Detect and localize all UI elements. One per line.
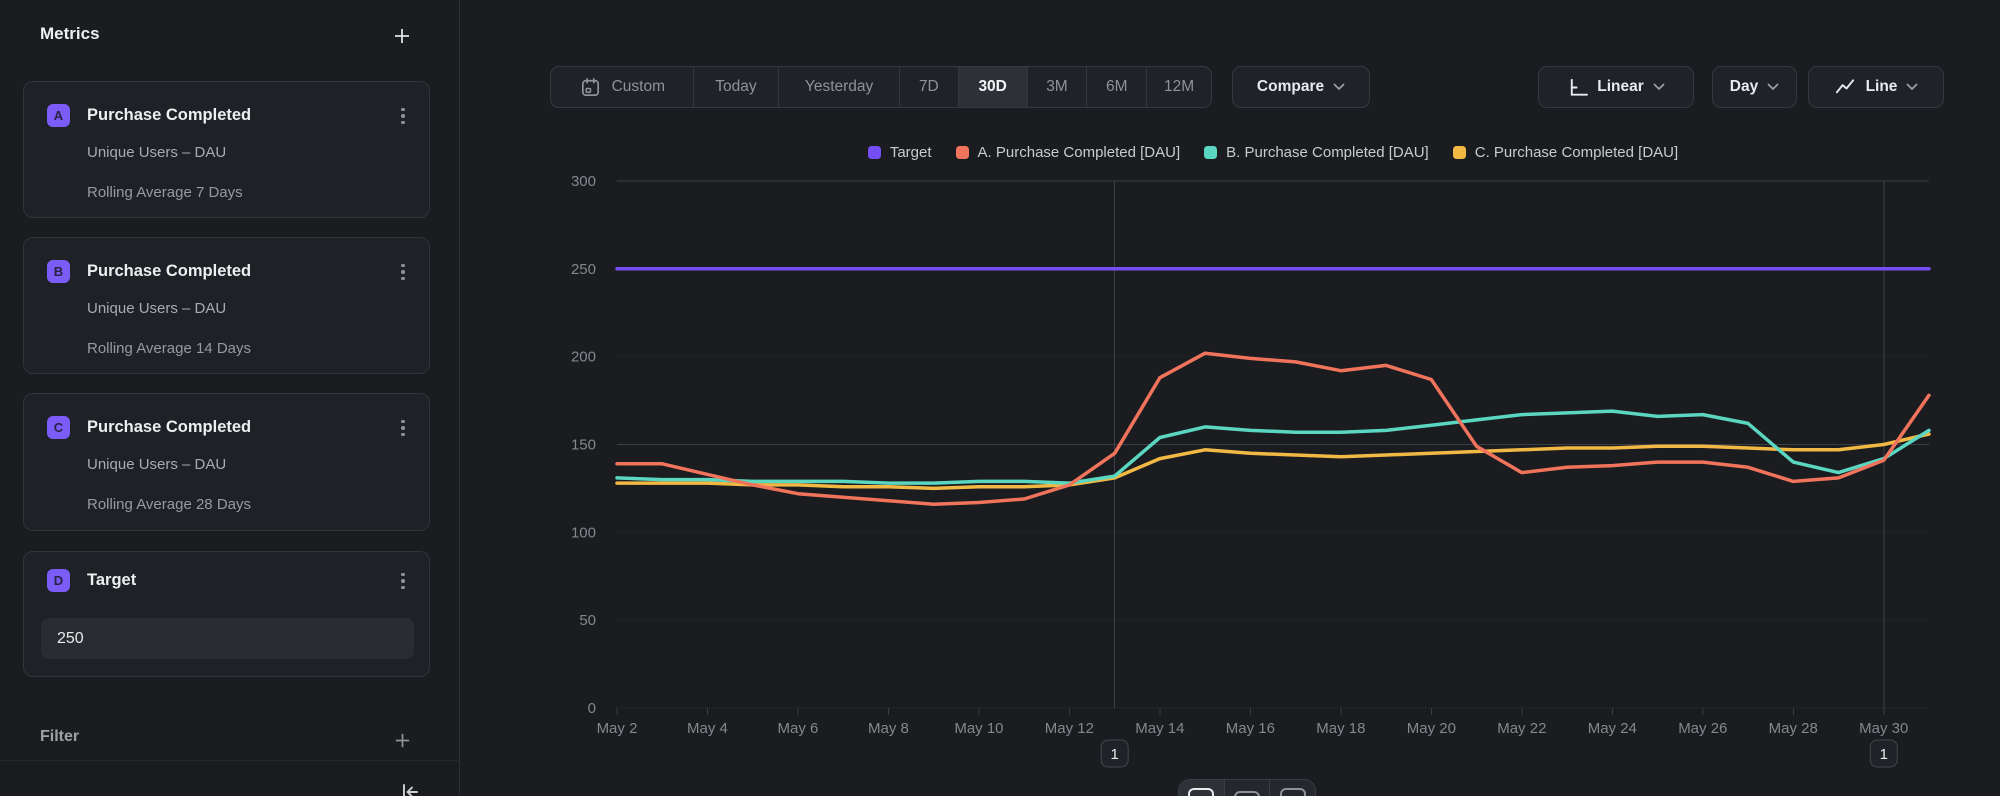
- rows-icon: [1234, 791, 1260, 796]
- target-menu-button[interactable]: [391, 569, 415, 593]
- x-axis-label: May 18: [1316, 720, 1365, 737]
- kebab-icon: [401, 420, 405, 424]
- metric-measure: Unique Users – DAU: [87, 300, 226, 317]
- add-metric-button[interactable]: [390, 24, 414, 48]
- metric-measure: Unique Users – DAU: [87, 456, 226, 473]
- target-value-input[interactable]: [41, 618, 414, 659]
- add-filter-button[interactable]: [390, 728, 414, 752]
- rounded-square-icon: [1280, 788, 1306, 796]
- x-axis-label: May 22: [1497, 720, 1546, 737]
- collapse-left-icon: [399, 781, 421, 796]
- x-axis-label: May 20: [1407, 720, 1456, 737]
- kebab-icon: [401, 108, 405, 112]
- rounded-square-icon: [1188, 788, 1214, 796]
- metric-badge-d: D: [47, 569, 70, 592]
- target-card-header: D Target: [47, 569, 136, 592]
- metric-rolling-average: Rolling Average 14 Days: [87, 340, 251, 357]
- metric-card-b: B Purchase Completed Unique Users – DAU …: [23, 237, 430, 374]
- target-title: Target: [87, 571, 136, 590]
- metric-card-header: A Purchase Completed: [47, 104, 251, 127]
- metric-menu-button[interactable]: [391, 260, 415, 284]
- metrics-dashboard: Metrics A Purchase Completed Unique User…: [0, 0, 2000, 796]
- metric-card-a: A Purchase Completed Unique Users – DAU …: [23, 81, 430, 218]
- metric-card-c: C Purchase Completed Unique Users – DAU …: [23, 393, 430, 531]
- metric-badge-a: A: [47, 104, 70, 127]
- sidebar: Metrics A Purchase Completed Unique User…: [0, 0, 460, 796]
- x-axis-label: May 26: [1678, 720, 1727, 737]
- metric-rolling-average: Rolling Average 7 Days: [87, 184, 243, 201]
- target-card: D Target: [23, 551, 430, 677]
- x-axis-label: May 30: [1859, 720, 1908, 737]
- metric-badge-b: B: [47, 260, 70, 283]
- view-toggle-button-2[interactable]: [1224, 780, 1270, 796]
- annotation-badge-label: 1: [1110, 746, 1118, 763]
- x-axis-label: May 24: [1588, 720, 1637, 737]
- x-axis-label: May 2: [597, 720, 638, 737]
- collapse-sidebar-button[interactable]: [398, 780, 422, 796]
- metrics-section-title: Metrics: [40, 24, 100, 44]
- y-axis-label: 0: [588, 700, 596, 717]
- y-axis-label: 300: [571, 173, 596, 190]
- y-axis-label: 200: [571, 349, 596, 366]
- plus-icon: [393, 731, 412, 750]
- annotation-badge-label: 1: [1880, 746, 1888, 763]
- metric-title: Purchase Completed: [87, 106, 251, 125]
- filter-section-title: Filter: [40, 728, 79, 746]
- x-axis-label: May 6: [778, 720, 819, 737]
- x-axis-label: May 4: [687, 720, 728, 737]
- metric-card-header: B Purchase Completed: [47, 260, 251, 283]
- view-toggle-button-1[interactable]: [1179, 780, 1224, 796]
- view-toggle-button-3[interactable]: [1269, 780, 1315, 796]
- x-axis-label: May 8: [868, 720, 909, 737]
- metric-badge-c: C: [47, 416, 70, 439]
- x-axis-label: May 16: [1226, 720, 1275, 737]
- sidebar-divider: [0, 760, 460, 761]
- metric-menu-button[interactable]: [391, 104, 415, 128]
- y-axis-label: 150: [571, 437, 596, 454]
- metric-card-header: C Purchase Completed: [47, 416, 251, 439]
- x-axis-label: May 12: [1045, 720, 1094, 737]
- x-axis-label: May 14: [1135, 720, 1184, 737]
- metric-menu-button[interactable]: [391, 416, 415, 440]
- metric-title: Purchase Completed: [87, 418, 251, 437]
- kebab-icon: [401, 264, 405, 268]
- y-axis-label: 50: [579, 612, 596, 629]
- chart-view-toggle: [1178, 779, 1316, 796]
- line-chart: 0 50 100 150 200 250 300 May 2 May 4 May 6 May 8 Ma…: [460, 0, 2000, 796]
- y-axis-label: 100: [571, 524, 596, 541]
- y-axis-label: 250: [571, 261, 596, 278]
- kebab-icon: [401, 573, 405, 577]
- x-axis-label: May 28: [1769, 720, 1818, 737]
- metric-title: Purchase Completed: [87, 262, 251, 281]
- metric-rolling-average: Rolling Average 28 Days: [87, 496, 251, 513]
- plus-icon: [392, 26, 412, 46]
- x-axis-label: May 10: [954, 720, 1003, 737]
- metric-measure: Unique Users – DAU: [87, 144, 226, 161]
